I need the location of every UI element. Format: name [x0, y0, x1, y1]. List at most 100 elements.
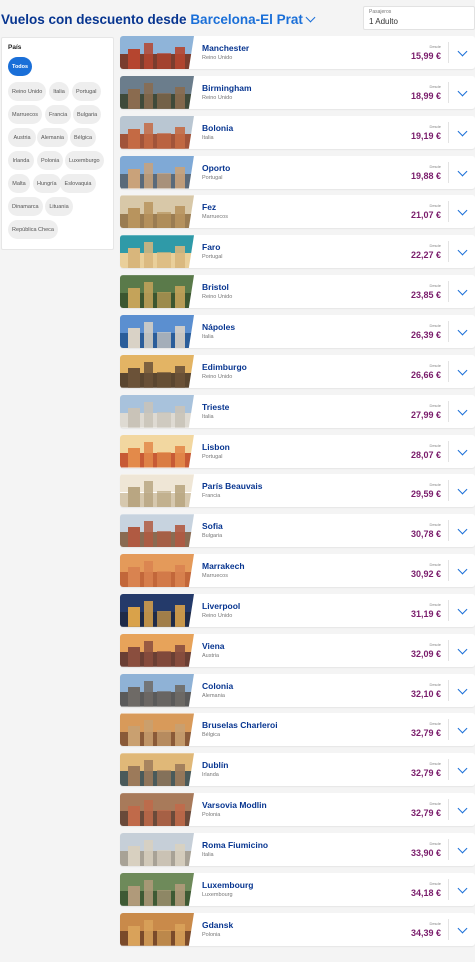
- chevron-down-icon[interactable]: [457, 484, 468, 495]
- country-filter-label: País: [8, 44, 22, 51]
- chevron-down-icon[interactable]: [457, 803, 468, 814]
- divider: [448, 520, 449, 542]
- chevron-down-icon[interactable]: [457, 723, 468, 734]
- chevron-down-icon[interactable]: [457, 245, 468, 256]
- chevron-down-icon[interactable]: [457, 405, 468, 416]
- country-chip[interactable]: Irlanda: [8, 151, 34, 170]
- destination-image: [120, 474, 194, 508]
- country-chip[interactable]: Alemania: [37, 128, 68, 147]
- country-chip[interactable]: República Checa: [8, 220, 58, 239]
- country-chip[interactable]: Bulgaria: [73, 105, 102, 124]
- country-chip[interactable]: Hungría: [33, 174, 61, 193]
- flight-card[interactable]: Luxembourg Luxembourg Desde 34,18 €: [120, 872, 475, 906]
- country-chip[interactable]: Eslovaquia: [60, 174, 96, 193]
- chevron-down-icon[interactable]: [457, 445, 468, 455]
- divider: [448, 121, 449, 143]
- country-chip[interactable]: Polonia: [37, 151, 64, 170]
- flight-card[interactable]: Bruselas Charleroi Bélgica Desde 32,79 €: [120, 713, 475, 747]
- flight-card[interactable]: Fez Marruecos Desde 21,07 €: [120, 195, 475, 229]
- chevron-down-icon[interactable]: [457, 126, 468, 137]
- destination-city: Liverpool: [202, 600, 241, 611]
- chevron-down-icon: [305, 12, 316, 23]
- country-chip[interactable]: Reino Unido: [8, 82, 47, 101]
- flight-price: 21,07 €: [410, 210, 441, 221]
- chevron-down-icon[interactable]: [457, 205, 468, 216]
- chevron-down-icon[interactable]: [457, 644, 468, 655]
- chevron-down-icon[interactable]: [457, 843, 468, 854]
- chevron-down-icon[interactable]: [457, 46, 468, 57]
- destination-country: Italia: [202, 333, 214, 340]
- destination-city: Bolonia: [202, 122, 234, 133]
- flight-card[interactable]: Faro Portugal Desde 22,27 €: [120, 235, 475, 269]
- flight-price: 32,79 €: [410, 728, 441, 739]
- price-from-label: Desde: [429, 721, 441, 727]
- destination-country: Reino Unido: [202, 94, 233, 101]
- flight-card[interactable]: Viena Austria Desde 32,09 €: [120, 633, 475, 667]
- chevron-down-icon[interactable]: [457, 166, 468, 176]
- chevron-down-icon[interactable]: [457, 684, 468, 695]
- country-chip[interactable]: Italia: [49, 82, 69, 101]
- flight-card[interactable]: Nápoles Italia Desde 26,39 €: [120, 314, 475, 348]
- destination-city: Nápoles: [202, 321, 236, 332]
- chevron-down-icon[interactable]: [457, 564, 468, 575]
- destination-image: [120, 593, 194, 627]
- chevron-down-icon[interactable]: [457, 285, 468, 296]
- chevron-down-icon[interactable]: [457, 365, 468, 376]
- flight-card[interactable]: Oporto Portugal Desde 19,88 €: [120, 155, 475, 189]
- chevron-down-icon[interactable]: [457, 604, 468, 615]
- country-chip[interactable]: Dinamarca: [8, 197, 43, 216]
- chevron-down-icon[interactable]: [457, 86, 468, 97]
- country-chip[interactable]: Bélgica: [70, 128, 97, 147]
- country-chip[interactable]: Todos: [8, 57, 33, 76]
- flight-price: 15,99 €: [410, 51, 441, 61]
- country-chip[interactable]: Lituania: [45, 197, 73, 216]
- passengers-selector[interactable]: Pasajeros 1 Adulto: [363, 6, 475, 30]
- flight-card[interactable]: Birmingham Reino Unido Desde 18,99 €: [120, 75, 475, 109]
- price-from-label: Desde: [429, 880, 441, 886]
- flight-card[interactable]: Trieste Italia Desde 27,99 €: [120, 394, 475, 428]
- flight-card[interactable]: Sofia Bulgaria Desde 30,78 €: [120, 514, 475, 548]
- destination-country: Bulgaria: [202, 533, 223, 540]
- destination-city: Birmingham: [202, 82, 252, 93]
- country-chip[interactable]: Portugal: [72, 82, 101, 101]
- flight-price: 23,85 €: [410, 290, 441, 301]
- destination-image: [120, 713, 194, 747]
- flight-card[interactable]: Roma Fiumicino Italia Desde 33,90 €: [120, 833, 475, 866]
- destination-image: [120, 36, 194, 69]
- destination-image: [120, 673, 194, 707]
- origin-selector[interactable]: Barcelona-El Prat: [190, 12, 316, 27]
- flight-price: 31,19 €: [410, 608, 441, 619]
- flight-card[interactable]: Gdansk Polonia Desde 34,39 €: [120, 912, 475, 946]
- price-from-label: Desde: [429, 442, 441, 448]
- flight-card[interactable]: Dublín Irlanda Desde 32,79 €: [120, 753, 475, 787]
- flight-card[interactable]: Bristol Reino Unido Desde 23,85 €: [120, 275, 475, 309]
- destination-city: Oporto: [202, 162, 231, 173]
- chevron-down-icon[interactable]: [457, 763, 468, 774]
- flight-card[interactable]: Varsovia Modlin Polonia Desde 32,79 €: [120, 793, 475, 827]
- flight-card[interactable]: Liverpool Reino Unido Desde 31,19 €: [120, 593, 475, 627]
- country-chip[interactable]: Austria: [8, 128, 36, 147]
- flight-card[interactable]: París Beauvais Francia Desde 29,59 €: [120, 474, 475, 508]
- chevron-down-icon[interactable]: [457, 923, 468, 934]
- flight-card[interactable]: Marrakech Marruecos Desde 30,92 €: [120, 554, 475, 588]
- country-chip[interactable]: Marruecos: [8, 105, 42, 124]
- chevron-down-icon[interactable]: [457, 325, 468, 336]
- country-chip[interactable]: Malta: [8, 174, 30, 193]
- country-chip[interactable]: Francia: [45, 105, 72, 124]
- flight-card[interactable]: Bolonia Italia Desde 19,19 €: [120, 115, 475, 149]
- flight-card[interactable]: Lisbon Portugal Desde 28,07 €: [120, 434, 475, 468]
- price-from-label: Desde: [429, 562, 441, 568]
- country-chip[interactable]: Luxemburgo: [65, 151, 104, 170]
- destination-country: Bélgica: [202, 732, 221, 739]
- destination-image: [120, 793, 194, 827]
- price-from-label: Desde: [429, 44, 441, 49]
- destination-country: Marruecos: [202, 214, 228, 221]
- chevron-down-icon[interactable]: [457, 524, 468, 535]
- flight-card[interactable]: Colonia Alemania Desde 32,10 €: [120, 673, 475, 707]
- flight-card[interactable]: Edimburgo Reino Unido Desde 26,66 €: [120, 354, 475, 388]
- destination-image: [120, 354, 194, 388]
- flight-card[interactable]: Manchester Reino Unido Desde 15,99 €: [120, 36, 475, 69]
- destination-city: Roma Fiumicino: [202, 840, 269, 850]
- chevron-down-icon[interactable]: [457, 883, 468, 894]
- destination-city: Gdansk: [202, 919, 234, 930]
